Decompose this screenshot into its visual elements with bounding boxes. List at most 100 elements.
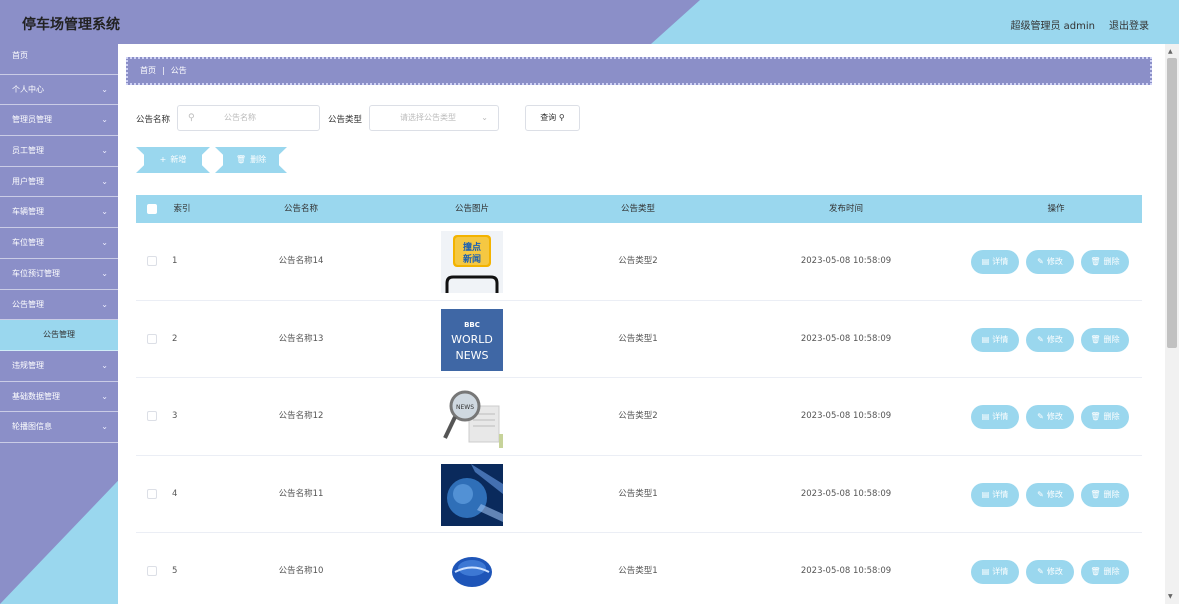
detail-button[interactable]: ▤ 详情 bbox=[971, 560, 1019, 584]
sidebar-item[interactable]: 车位管理 ⌄ bbox=[0, 228, 118, 259]
edit-button[interactable]: ✎ 修改 bbox=[1026, 560, 1074, 584]
row-checkbox[interactable] bbox=[147, 333, 157, 344]
chevron-down-icon: ⌄ bbox=[101, 115, 108, 125]
row-checkbox[interactable] bbox=[147, 411, 157, 421]
chevron-down-icon: ⌄ bbox=[481, 113, 488, 122]
delete-button[interactable]: 🗑 删除 bbox=[1081, 405, 1129, 429]
sidebar-item[interactable]: 公告管理 ⌄ bbox=[0, 290, 118, 321]
row-index: 3 bbox=[172, 411, 178, 421]
detail-label: 详情 bbox=[992, 489, 1009, 499]
sidebar-item[interactable]: 轮播图信息 ⌄ bbox=[0, 412, 118, 443]
delete-button[interactable]: 🗑 删除 bbox=[1081, 250, 1129, 274]
sidebar-item[interactable]: 用户管理 ⌄ bbox=[0, 167, 118, 198]
row-time: 2023-05-08 10:58:09 bbox=[800, 566, 892, 576]
row-index: 1 bbox=[172, 256, 178, 266]
edit-button[interactable]: ✎ 修改 bbox=[1026, 250, 1074, 274]
delete-label: 删除 bbox=[1103, 334, 1120, 344]
image-text: 撞点 bbox=[463, 241, 481, 253]
scroll-down-icon[interactable]: ▼ bbox=[1168, 593, 1173, 600]
chevron-down-icon: ⌄ bbox=[101, 422, 108, 432]
search-bar: 公告名称 ⚲ 公告名称 公告类型 请选择公告类型 ⌄ 查询 ⚲ bbox=[136, 105, 736, 131]
image-text: BBC bbox=[464, 321, 480, 329]
main-content: 首页 | 公告 公告名称 ⚲ 公告名称 公告类型 请选择公告类型 ⌄ 查询 ⚲ + 新… bbox=[118, 44, 1165, 604]
sidebar-item[interactable]: 首页 bbox=[0, 44, 118, 75]
breadcrumb: 首页 | 公告 bbox=[126, 57, 1152, 85]
sidebar-item-label: 首页 bbox=[12, 51, 28, 60]
row-type: 公告类型2 bbox=[618, 256, 658, 266]
image-text: WORLD bbox=[451, 333, 493, 346]
delete-button[interactable]: 🗑 删除 bbox=[1081, 482, 1129, 507]
query-button-label: 查询 bbox=[540, 113, 557, 122]
pencil-icon: ✎ bbox=[1037, 412, 1044, 421]
delete-label: 删除 bbox=[1103, 489, 1120, 499]
table-row: 5 公告名称10 公告类型1 2023-05-08 10:58:09 ▤ 详情 ✎ 修改 🗑 删除 bbox=[136, 533, 1142, 604]
sidebar-item[interactable]: 管理员管理 ⌄ bbox=[0, 105, 118, 137]
row-checkbox[interactable] bbox=[147, 566, 157, 576]
edit-button[interactable]: ✎ 修改 bbox=[1026, 482, 1074, 507]
delete-button[interactable]: 🗑 删除 bbox=[1081, 327, 1129, 352]
batch-delete-label: 删除 bbox=[250, 155, 267, 164]
table-row: 4 公告名称11 公告类型1 2023-05-08 10:58:09 ▤ 详情 ✎ 修改 🗑 删除 bbox=[136, 456, 1142, 533]
page-scrollbar[interactable]: ▲ ▼ bbox=[1165, 44, 1179, 604]
col-index: 索引 bbox=[173, 204, 191, 214]
edit-button[interactable]: ✎ 修改 bbox=[1026, 405, 1074, 429]
sidebar-item[interactable]: 车辆管理 ⌄ bbox=[0, 197, 118, 229]
notice-image: 撞点 新闻 bbox=[441, 231, 503, 293]
detail-label: 详情 bbox=[992, 567, 1009, 576]
row-checkbox[interactable] bbox=[147, 488, 157, 499]
sidebar-item[interactable]: 个人中心 ⌄ bbox=[0, 75, 118, 106]
col-name: 公告名称 bbox=[283, 204, 318, 214]
name-search-label: 公告名称 bbox=[136, 115, 171, 125]
edit-button[interactable]: ✎ 修改 bbox=[1026, 327, 1074, 352]
sidebar-item[interactable]: 违规管理 ⌄ bbox=[0, 351, 118, 382]
row-index: 5 bbox=[172, 566, 178, 576]
logout-link[interactable]: 退出登录 bbox=[1109, 17, 1149, 32]
sidebar-item[interactable]: 车位预订管理 ⌄ bbox=[0, 259, 118, 290]
query-button[interactable]: 查询 ⚲ bbox=[525, 105, 580, 131]
row-name: 公告名称10 bbox=[278, 566, 324, 576]
detail-button[interactable]: ▤ 详情 bbox=[971, 250, 1019, 274]
sidebar-item[interactable]: 基础数据管理 ⌄ bbox=[0, 382, 118, 413]
top-header: 停车场管理系统 超级管理员 admin 退出登录 bbox=[0, 0, 1179, 44]
sidebar-item[interactable]: 员工管理 ⌄ bbox=[0, 136, 118, 167]
pencil-icon: ✎ bbox=[1037, 334, 1044, 344]
sidebar-item-label: 公告管理 bbox=[43, 330, 75, 340]
chevron-down-icon: ⌄ bbox=[101, 176, 108, 186]
detail-icon: ▤ bbox=[981, 489, 990, 499]
row-name: 公告名称14 bbox=[278, 256, 324, 266]
detail-button[interactable]: ▤ 详情 bbox=[971, 327, 1019, 352]
delete-label: 删除 bbox=[1103, 257, 1120, 266]
breadcrumb-home[interactable]: 首页 bbox=[140, 66, 156, 75]
type-select-placeholder: 请选择公告类型 bbox=[400, 113, 456, 122]
col-image: 公告图片 bbox=[454, 204, 489, 214]
delete-button[interactable]: 🗑 删除 bbox=[1081, 560, 1129, 584]
delete-label: 删除 bbox=[1103, 567, 1120, 576]
detail-button[interactable]: ▤ 详情 bbox=[971, 405, 1019, 429]
detail-label: 详情 bbox=[992, 412, 1009, 421]
add-button[interactable]: + 新增 bbox=[136, 147, 210, 173]
scrollbar-thumb[interactable] bbox=[1167, 58, 1177, 348]
detail-button[interactable]: ▤ 详情 bbox=[971, 482, 1019, 507]
type-select[interactable]: 请选择公告类型 ⌄ bbox=[369, 105, 499, 131]
chevron-down-icon: ⌄ bbox=[101, 207, 108, 217]
name-search-input[interactable]: ⚲ 公告名称 bbox=[177, 105, 320, 131]
search-icon: ⚲ bbox=[188, 113, 195, 123]
pencil-icon: ✎ bbox=[1037, 489, 1044, 499]
sidebar-item-label: 个人中心 bbox=[12, 84, 44, 94]
detail-icon: ▤ bbox=[981, 567, 990, 576]
sidebar-item-label: 违规管理 bbox=[12, 360, 44, 370]
sidebar-item-label: 车位管理 bbox=[12, 238, 44, 248]
trash-icon: 🗑 bbox=[235, 155, 247, 164]
table-row: 3 公告名称12 NEWS 公告类型2 2023-05-08 10:58:09 ▤ 详情 ✎ 修… bbox=[136, 378, 1142, 456]
chevron-down-icon: ⌄ bbox=[101, 268, 108, 278]
select-all-checkbox[interactable] bbox=[147, 204, 157, 214]
sidebar-subitem[interactable]: 公告管理 bbox=[0, 320, 118, 351]
breadcrumb-separator: | bbox=[162, 66, 165, 75]
plus-icon: + bbox=[159, 155, 167, 164]
batch-delete-button[interactable]: 🗑 删除 bbox=[215, 147, 287, 173]
row-checkbox[interactable] bbox=[147, 256, 157, 266]
scroll-up-icon[interactable]: ▲ bbox=[1168, 48, 1173, 55]
detail-icon: ▤ bbox=[981, 257, 990, 266]
sidebar-menu: 首页 个人中心 ⌄ 管理员管理 ⌄ 员工管理 ⌄ 用户管理 ⌄ 车辆管理 ⌄ 车位管理 ⌄ 车位预订管理 ⌄… bbox=[0, 44, 118, 443]
sidebar: 首页 个人中心 ⌄ 管理员管理 ⌄ 员工管理 ⌄ 用户管理 ⌄ 车辆管理 ⌄ 车位管理 ⌄ 车位预订管理 ⌄… bbox=[0, 44, 118, 604]
